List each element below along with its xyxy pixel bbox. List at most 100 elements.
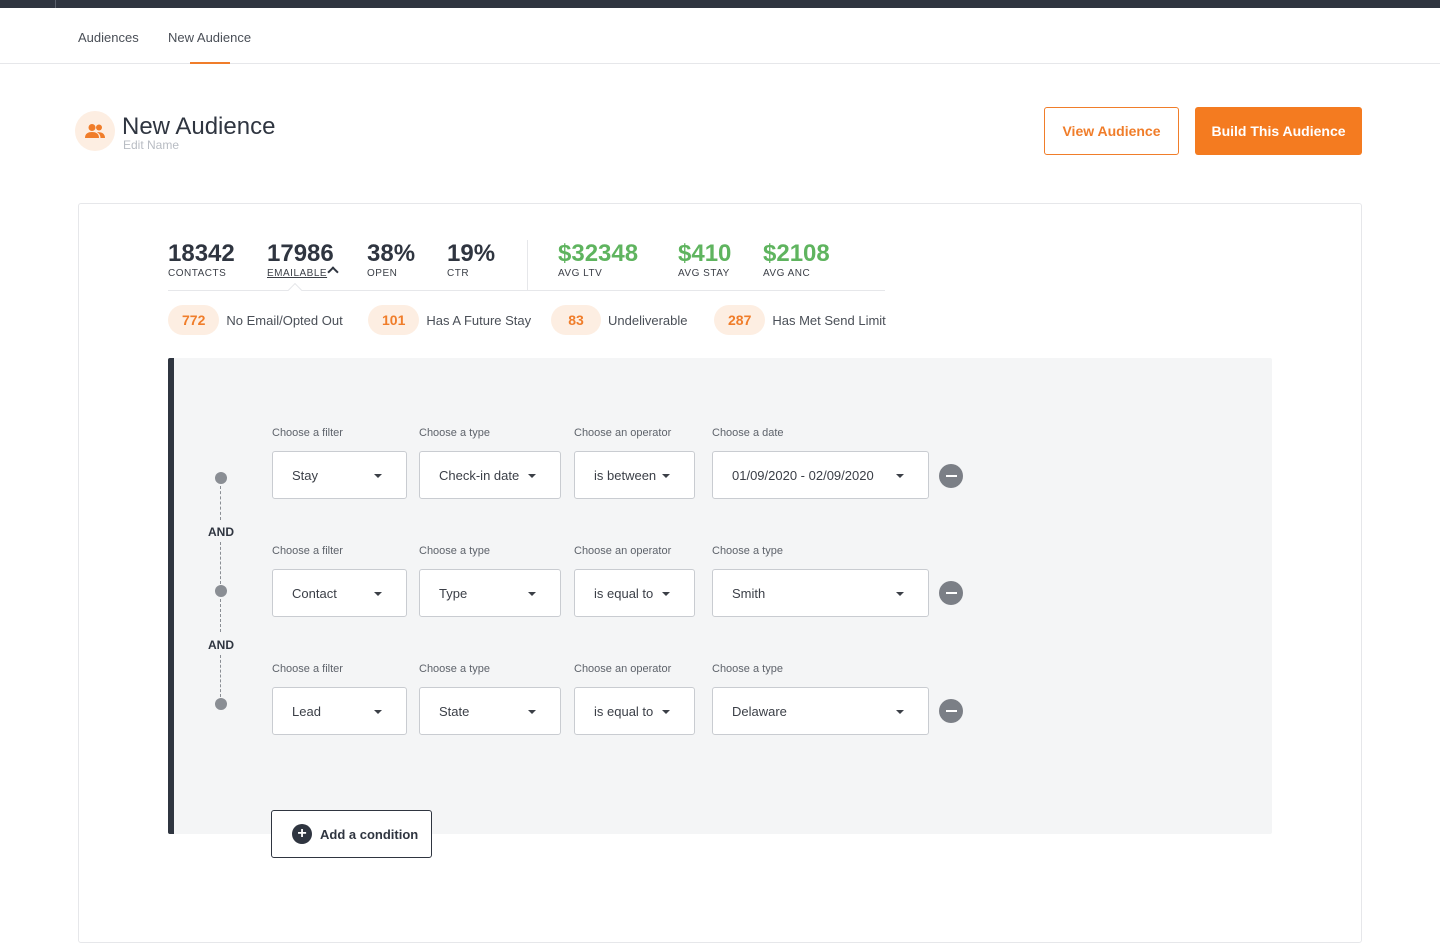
filter-select[interactable]: Stay [272, 451, 407, 499]
caret-down-icon [662, 592, 670, 596]
condition-node [215, 698, 227, 710]
stat-label: AVG ANC [763, 268, 811, 279]
stat-value: 18342 [168, 240, 235, 267]
stat-open: 38% OPEN [367, 240, 415, 279]
connector-line [220, 486, 221, 520]
stat-label: CONTACTS [168, 268, 227, 279]
filter-label: Choose a filter [272, 545, 343, 557]
active-tab-indicator [190, 62, 230, 64]
tab-new-audience[interactable]: New Audience [168, 30, 251, 45]
add-condition-button[interactable]: + Add a condition [271, 810, 432, 858]
minus-icon [945, 475, 957, 477]
caret-down-icon [374, 474, 382, 478]
select-value: Contact [292, 585, 337, 601]
remove-condition-button[interactable] [939, 464, 963, 488]
caret-down-icon [374, 710, 382, 714]
page-title: New Audience [122, 113, 276, 140]
remove-condition-button[interactable] [939, 581, 963, 605]
breakdown-undeliverable: 83 Undeliverable [551, 305, 688, 335]
operator-label: Choose an operator [574, 427, 672, 439]
select-value: is equal to [594, 585, 654, 601]
value-label: Choose a type [712, 545, 783, 557]
breakdown-count: 83 [551, 305, 601, 335]
select-value: is between [594, 467, 657, 483]
date-select[interactable]: 01/09/2020 - 02/09/2020 [712, 451, 929, 499]
stat-label: AVG STAY [678, 268, 730, 279]
select-value: Delaware [732, 703, 787, 719]
condition-node [215, 472, 227, 484]
stat-contacts: 18342 CONTACTS [168, 240, 235, 279]
operator-select[interactable]: is equal to [574, 687, 695, 735]
filter-label: Choose a filter [272, 663, 343, 675]
and-connector: AND [208, 525, 234, 539]
type-select[interactable]: Check-in date [419, 451, 561, 499]
and-connector: AND [208, 638, 234, 652]
add-condition-label: Add a condition [320, 826, 419, 842]
operator-select[interactable]: is equal to [574, 569, 695, 617]
select-value: Type [439, 585, 468, 601]
caret-down-icon [528, 592, 536, 596]
filter-select[interactable]: Contact [272, 569, 407, 617]
stat-value: $410 [678, 240, 732, 267]
stat-value: 17986 [267, 240, 334, 267]
value-select[interactable]: Smith [712, 569, 929, 617]
type-select[interactable]: Type [419, 569, 561, 617]
breakdown-count: 772 [168, 305, 220, 335]
stat-value: $32348 [558, 240, 639, 267]
stat-ctr: 19% CTR [447, 240, 495, 279]
view-audience-button[interactable]: View Audience [1044, 107, 1179, 155]
filter-label: Choose a filter [272, 427, 343, 439]
stat-label: OPEN [367, 268, 398, 279]
breakdown-count: 101 [368, 305, 420, 335]
stat-avg-stay: $410 AVG STAY [678, 240, 731, 279]
caret-down-icon [662, 474, 670, 478]
minus-icon [945, 592, 957, 594]
stat-emailable[interactable]: 17986 EMAILABLE [267, 240, 334, 279]
select-value: Smith [732, 585, 766, 601]
connector-line [220, 599, 221, 632]
stat-label[interactable]: EMAILABLE [267, 268, 334, 279]
type-label: Choose a type [419, 545, 490, 557]
breakdown-count: 287 [714, 305, 766, 335]
breakdown-future-stay: 101 Has A Future Stay [368, 305, 531, 335]
select-value: State [439, 703, 470, 719]
tab-nav: Audiences New Audience [0, 8, 1440, 64]
value-label: Choose a date [712, 427, 784, 439]
select-value: is equal to [594, 703, 654, 719]
select-value: Lead [292, 703, 321, 719]
filter-select[interactable]: Lead [272, 687, 407, 735]
operator-select[interactable]: is between [574, 451, 695, 499]
stats-rule [168, 290, 885, 291]
remove-condition-button[interactable] [939, 699, 963, 723]
stat-value: 38% [367, 240, 416, 267]
caret-down-icon [896, 474, 904, 478]
users-icon [75, 111, 115, 151]
breakdown-label: Has Met Send Limit [772, 312, 886, 328]
caret-down-icon [896, 592, 904, 596]
stat-value: 19% [447, 240, 496, 267]
caret-down-icon [896, 710, 904, 714]
condition-node [215, 585, 227, 597]
operator-label: Choose an operator [574, 545, 672, 557]
tab-audiences[interactable]: Audiences [78, 30, 139, 45]
stat-label: AVG LTV [558, 268, 603, 279]
breakdown-label: Has A Future Stay [426, 312, 532, 328]
stat-label: CTR [447, 268, 470, 279]
connector-line [220, 655, 221, 697]
top-app-bar [0, 0, 1440, 8]
caret-down-icon [374, 592, 382, 596]
select-value: Check-in date [439, 467, 520, 483]
select-value: Stay [292, 467, 319, 483]
value-select[interactable]: Delaware [712, 687, 929, 735]
type-select[interactable]: State [419, 687, 561, 735]
edit-name-link[interactable]: Edit Name [123, 138, 179, 152]
connector-line [220, 542, 221, 584]
build-audience-button[interactable]: Build This Audience [1195, 107, 1362, 155]
caret-down-icon [528, 474, 536, 478]
stat-value: $2108 [763, 240, 830, 267]
breakdown-label: No Email/Opted Out [226, 312, 343, 328]
stats-divider [527, 240, 528, 290]
operator-label: Choose an operator [574, 663, 672, 675]
breakdown-label: Undeliverable [608, 312, 688, 328]
select-value: 01/09/2020 - 02/09/2020 [732, 467, 874, 483]
